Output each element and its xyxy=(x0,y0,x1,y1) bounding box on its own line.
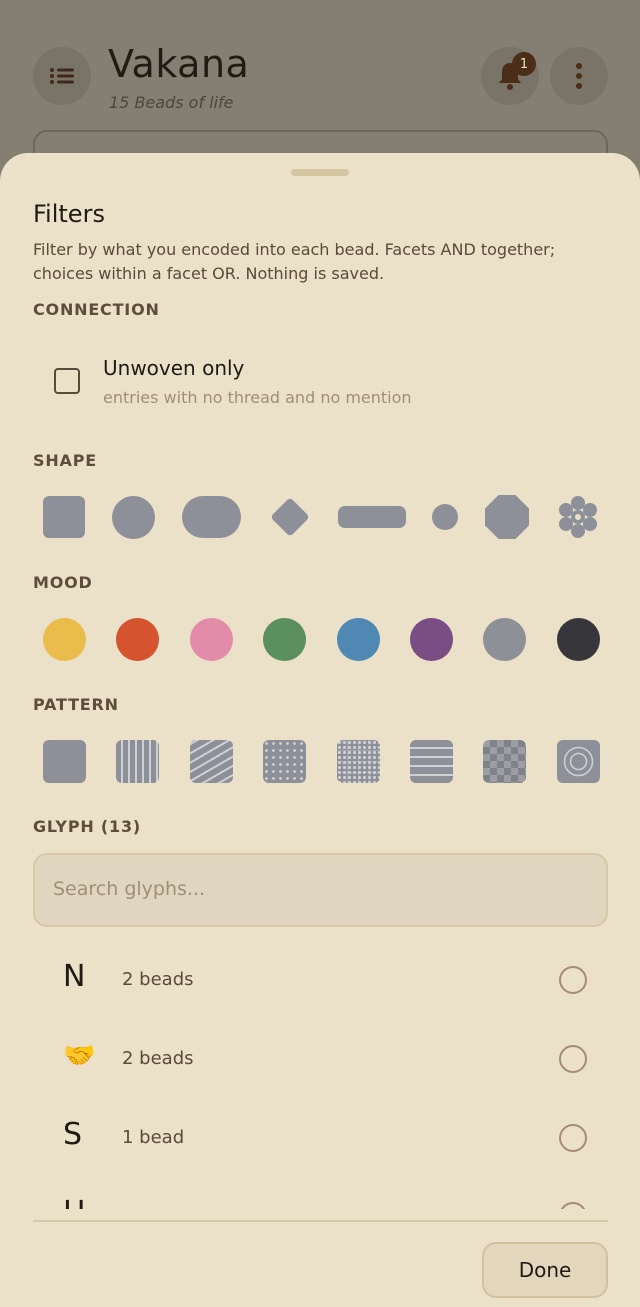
shape-dot-chip[interactable] xyxy=(414,487,476,547)
app-title: Vakana xyxy=(108,42,250,86)
sheet-description: Filter by what you encoded into each bea… xyxy=(33,240,556,283)
mood-swatch xyxy=(409,617,453,661)
more-options-button[interactable] xyxy=(550,47,608,105)
mood-black-chip[interactable] xyxy=(547,609,609,669)
glyph-list-item[interactable]: N 2 beads xyxy=(33,945,608,1015)
solid-pattern-icon xyxy=(42,739,86,783)
glyph-search-input[interactable]: Search glyphs... xyxy=(33,853,608,927)
diamond-shape-icon xyxy=(270,497,310,537)
handshake-glyph-label: 🤝 xyxy=(63,1041,96,1071)
app-bar: Vakana 15 Beads of life 1 xyxy=(0,0,640,190)
section-connection: CONNECTION xyxy=(33,300,160,319)
glyph-label: S xyxy=(63,1117,83,1152)
mood-pink-chip[interactable] xyxy=(180,609,242,669)
glyph-count: 1 bead xyxy=(122,1127,185,1148)
mood-swatch xyxy=(189,617,233,661)
mood-swatch xyxy=(115,617,159,661)
filters-sheet: Filters Filter by what you encoded into … xyxy=(0,153,640,1307)
pattern-rings-chip[interactable] xyxy=(547,731,609,791)
section-mood: MOOD xyxy=(33,573,93,592)
unwoven-only-checkbox[interactable] xyxy=(54,368,80,394)
glyph-list-item[interactable]: H xyxy=(33,1181,608,1209)
mood-row xyxy=(33,609,608,669)
mood-swatch xyxy=(482,617,526,661)
glyph-list-item[interactable]: 🤝 2 beads xyxy=(33,1024,608,1094)
pill-shape-icon xyxy=(181,496,241,538)
glyph-search-placeholder: Search glyphs... xyxy=(53,878,206,900)
glyph-label: N xyxy=(63,959,86,994)
section-shape: SHAPE xyxy=(33,451,97,470)
pattern-grid-dots-chip[interactable] xyxy=(327,731,389,791)
drag-handle[interactable] xyxy=(291,169,349,176)
mood-gray-chip[interactable] xyxy=(473,609,535,669)
dots-pattern-icon xyxy=(262,739,306,783)
shape-pill-chip[interactable] xyxy=(181,487,241,547)
mood-swatch xyxy=(262,617,306,661)
flower-shape-icon xyxy=(559,496,597,538)
rings-pattern-icon xyxy=(556,739,600,783)
footer-divider xyxy=(33,1220,608,1222)
grid-dots-pattern-icon xyxy=(336,739,380,783)
section-glyph: GLYPH (13) xyxy=(33,817,141,836)
glyph-radio[interactable] xyxy=(559,1202,587,1209)
pattern-dots-chip[interactable] xyxy=(253,731,315,791)
bar-shape-icon xyxy=(338,506,406,528)
glyph-count: 2 beads xyxy=(122,1048,194,1069)
shape-bar-chip[interactable] xyxy=(338,487,406,547)
pattern-checker-chip[interactable] xyxy=(473,731,535,791)
mood-yellow-chip[interactable] xyxy=(33,609,95,669)
glyph-label: H xyxy=(63,1195,103,1209)
pattern-row xyxy=(33,731,608,791)
shape-circle-chip[interactable] xyxy=(102,487,164,547)
menu-icon xyxy=(50,68,74,84)
section-pattern: PATTERN xyxy=(33,695,119,714)
dot-shape-icon xyxy=(432,504,458,530)
mood-swatch xyxy=(336,617,380,661)
pattern-diagonal-stripes-chip[interactable] xyxy=(180,731,242,791)
mood-swatch xyxy=(42,617,86,661)
horizontal-stripes-pattern-icon xyxy=(409,739,453,783)
octagon-shape-icon xyxy=(485,495,529,539)
glyph-list: N 2 beads 🤝 2 beads S 1 bead H xyxy=(0,943,640,1209)
app-subtitle: 15 Beads of life xyxy=(109,93,234,112)
mood-green-chip[interactable] xyxy=(253,609,315,669)
unwoven-only-description: entries with no thread and no mention xyxy=(103,388,412,407)
shape-flower-chip[interactable] xyxy=(547,487,609,547)
done-button[interactable]: Done xyxy=(482,1242,608,1298)
mood-purple-chip[interactable] xyxy=(400,609,462,669)
mood-blue-chip[interactable] xyxy=(327,609,389,669)
glyph-count: 2 beads xyxy=(122,969,194,990)
shape-square-chip[interactable] xyxy=(33,487,95,547)
pattern-horizontal-stripes-chip[interactable] xyxy=(400,731,462,791)
shape-octagon-chip[interactable] xyxy=(476,487,538,547)
shape-diamond-chip[interactable] xyxy=(259,487,321,547)
glyph-radio[interactable] xyxy=(559,1124,587,1152)
glyph-radio[interactable] xyxy=(559,1045,587,1073)
pattern-solid-chip[interactable] xyxy=(33,731,95,791)
glyph-radio[interactable] xyxy=(559,966,587,994)
mood-swatch xyxy=(556,617,600,661)
vertical-stripes-pattern-icon xyxy=(115,739,159,783)
diagonal-stripes-pattern-icon xyxy=(189,739,233,783)
mood-red-chip[interactable] xyxy=(106,609,168,669)
sheet-title: Filters xyxy=(33,200,105,228)
notification-badge: 1 xyxy=(512,52,536,76)
circle-shape-icon xyxy=(111,495,155,539)
more-vert-icon xyxy=(576,63,582,89)
checker-pattern-icon xyxy=(482,739,526,783)
shape-row xyxy=(33,487,608,547)
unwoven-only-label[interactable]: Unwoven only xyxy=(103,356,244,380)
square-shape-icon xyxy=(43,496,85,538)
glyph-list-item[interactable]: S 1 bead xyxy=(33,1103,608,1173)
pattern-vertical-stripes-chip[interactable] xyxy=(106,731,168,791)
menu-button[interactable] xyxy=(33,47,91,105)
